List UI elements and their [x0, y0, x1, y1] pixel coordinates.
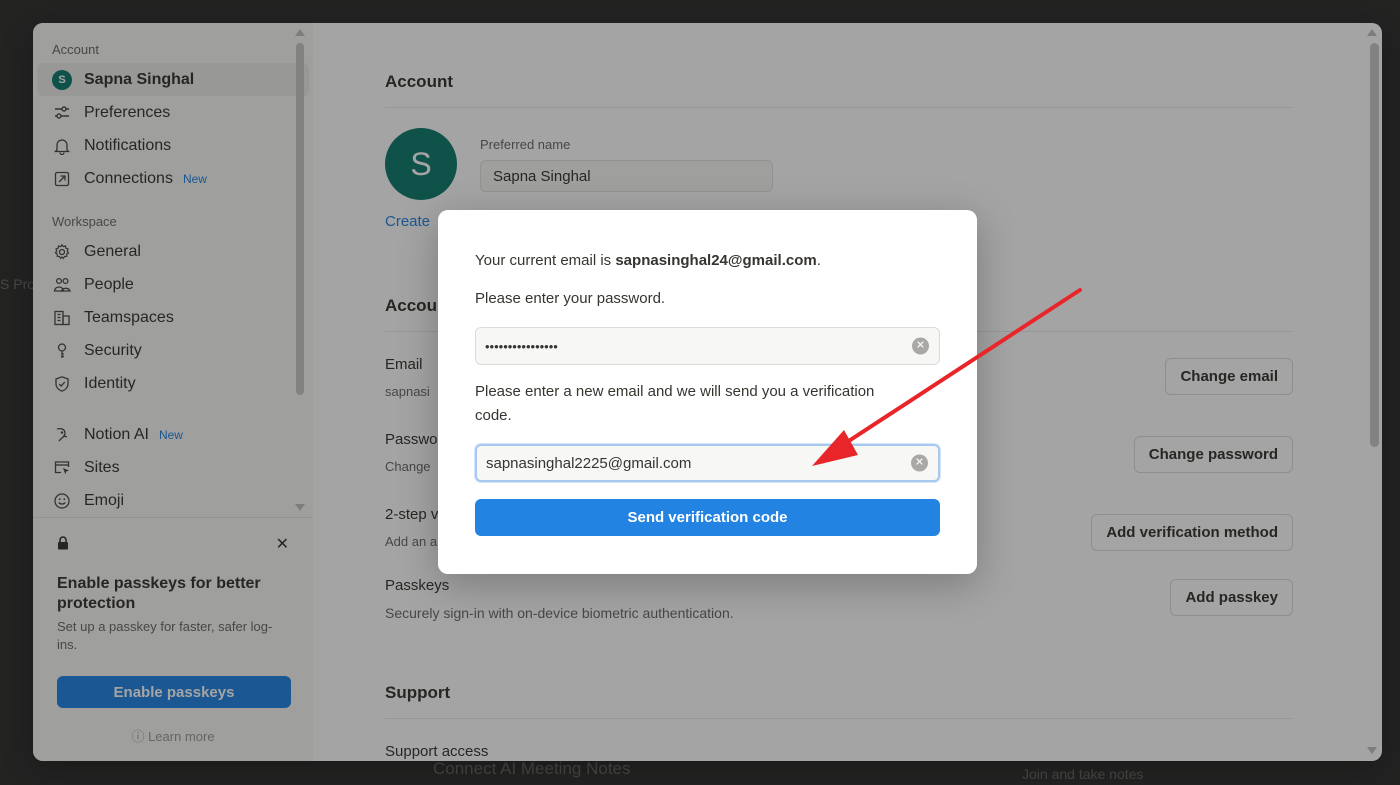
current-email-value: sapnasinghal24@gmail.com — [615, 252, 817, 269]
new-email-prompt: Please enter a new email and we will sen… — [475, 383, 875, 424]
clear-icon[interactable]: ✕ — [911, 454, 928, 472]
current-email-prefix: Your current email is — [475, 252, 616, 269]
current-email-text: Your current email is sapnasinghal24@gma… — [475, 249, 915, 273]
current-email-suffix: . — [816, 252, 821, 269]
password-prompt: Please enter your password. — [475, 290, 666, 307]
password-input-value: •••••••••••••••• — [485, 338, 558, 354]
change-email-dialog: Your current email is sapnasinghal24@gma… — [438, 210, 977, 574]
send-verification-code-button[interactable]: Send verification code — [475, 499, 940, 536]
clear-icon[interactable]: ✕ — [912, 337, 929, 355]
password-input[interactable]: •••••••••••••••• ✕ — [475, 327, 940, 365]
new-email-input[interactable]: sapnasinghal2225@gmail.com ✕ — [475, 444, 940, 482]
new-email-input-value: sapnasinghal2225@gmail.com — [486, 454, 692, 472]
